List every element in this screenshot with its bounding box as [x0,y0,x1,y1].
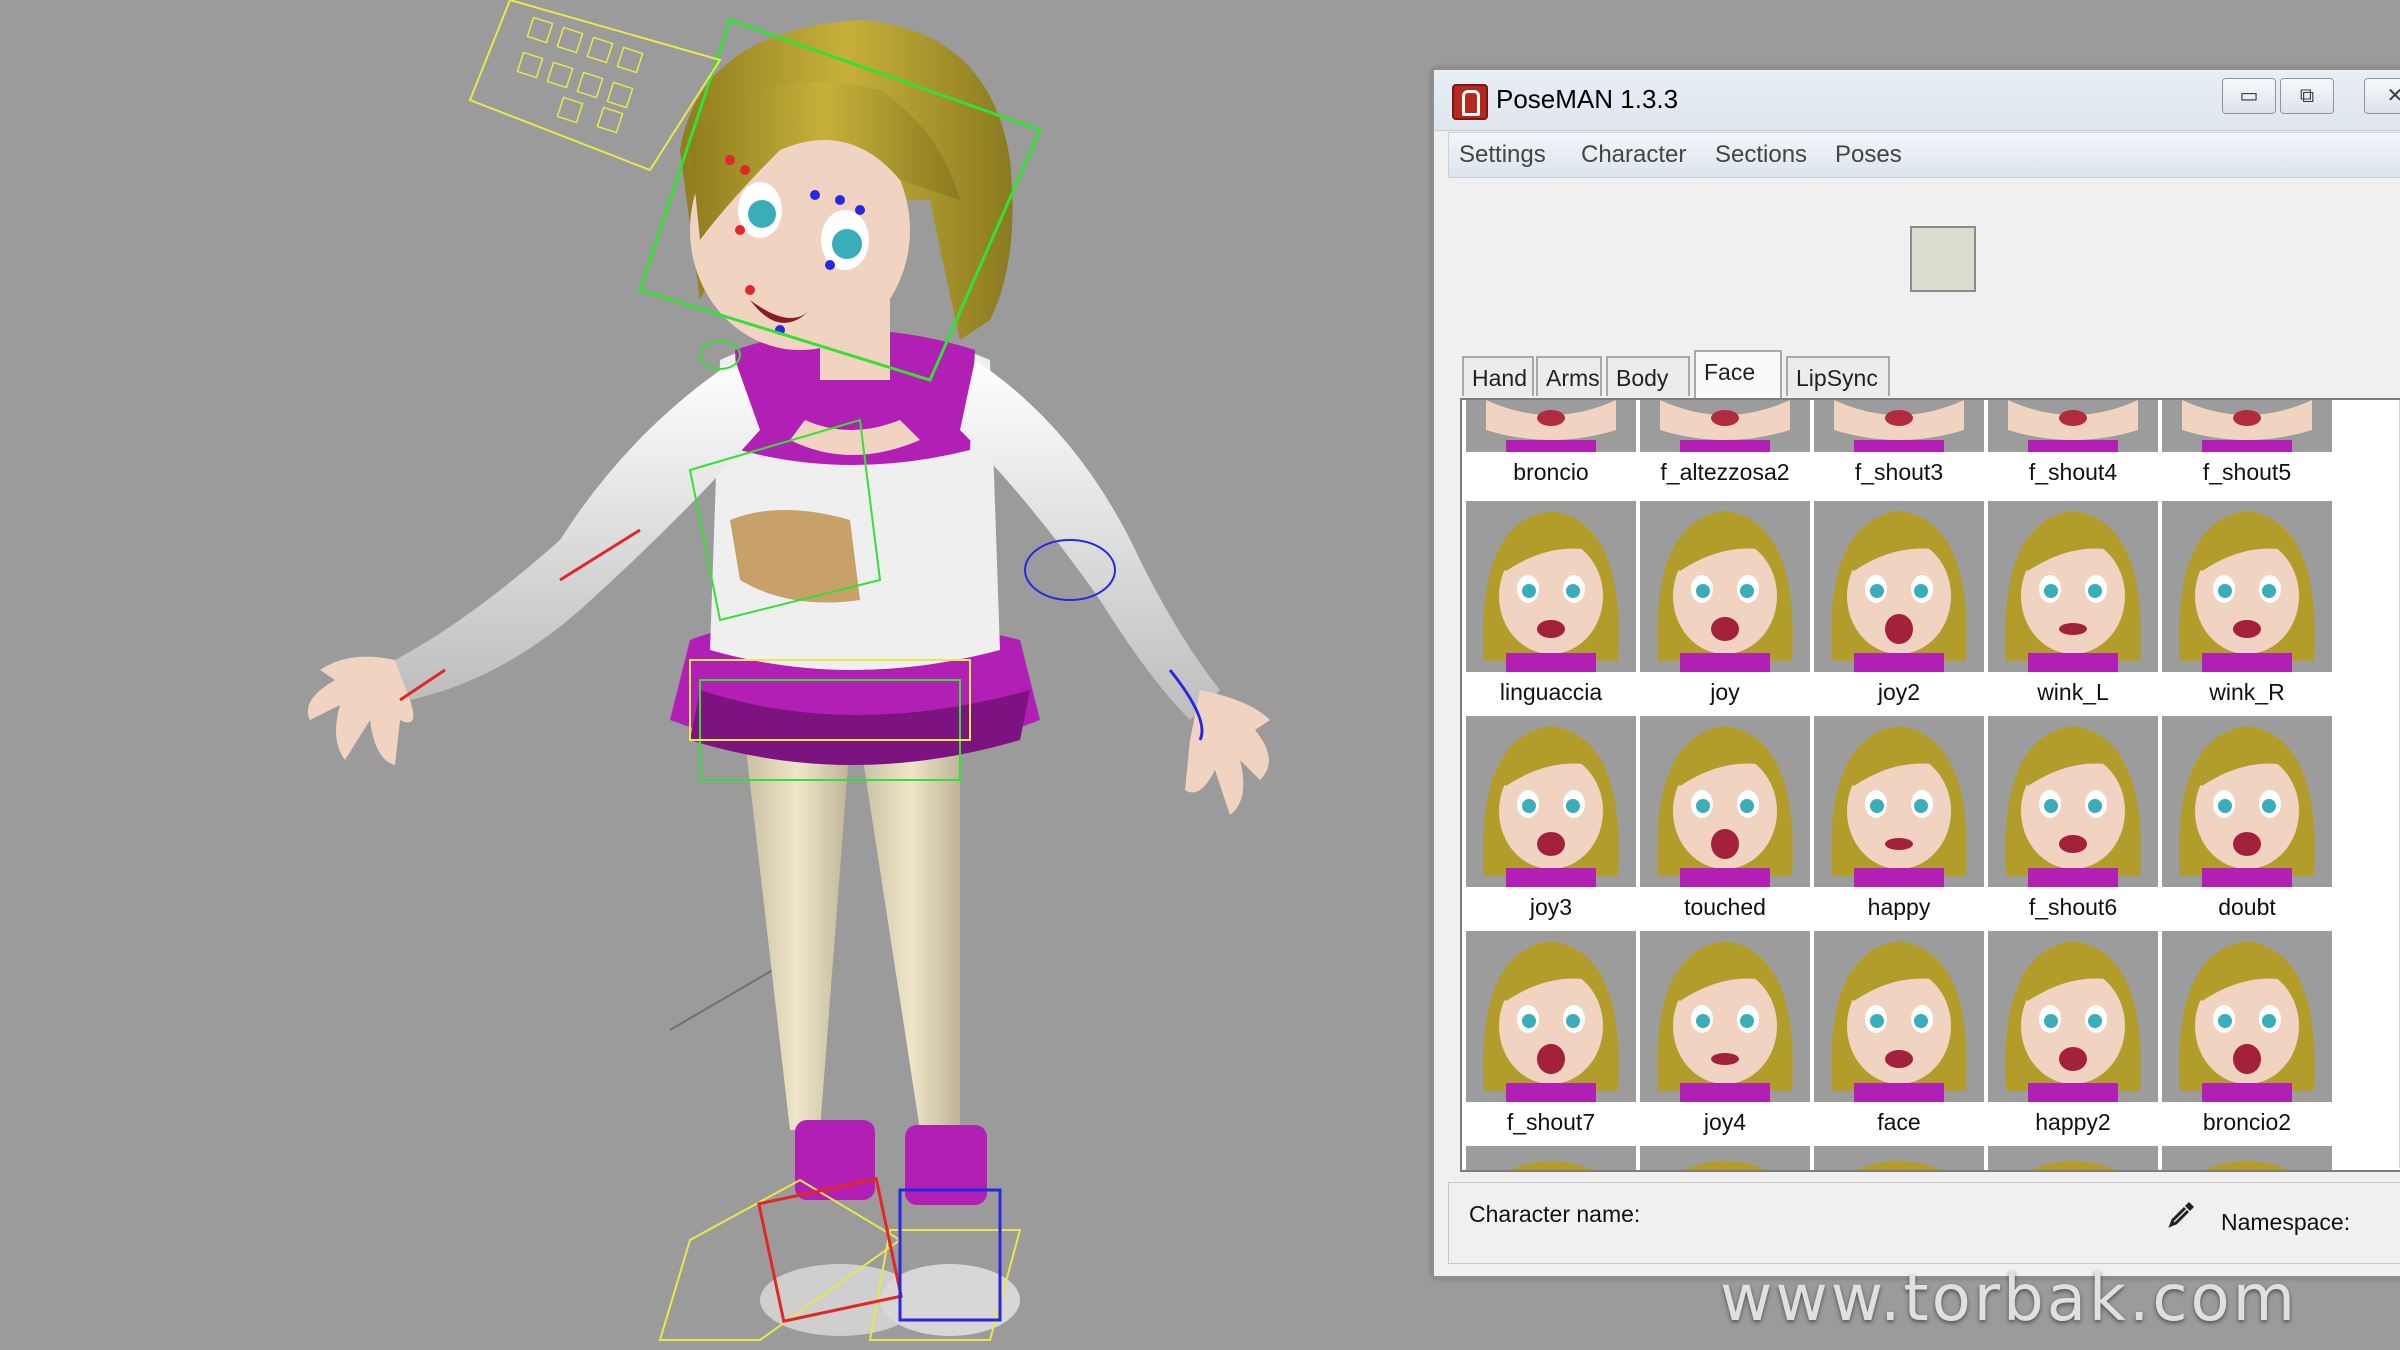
pose-label: linguaccia [1466,672,1636,712]
pose-face-image [1988,931,2158,1102]
pose-face-image [1466,716,1636,887]
pose-label: happy2 [1988,1102,2158,1142]
pose-label: joy4 [1640,1102,1810,1142]
pose-face-image [1466,931,1636,1102]
pose-face-image [2162,716,2332,887]
pose-face-image [2162,400,2332,452]
pose-face-image [1988,716,2158,887]
pose-face-image [1988,501,2158,672]
pose-label: joy2 [1814,672,1984,712]
pose-label: f_shout5 [2162,452,2332,492]
pose-face-image [1466,400,1636,452]
poseman-app-icon [1452,84,1488,120]
tab-lipsync[interactable]: LipSync [1786,356,1890,396]
pose-face-image [1640,400,1810,452]
tab-face[interactable]: Face [1694,350,1782,398]
menu-sections[interactable]: Sections [1715,141,1807,169]
pose-face-image [1814,716,1984,887]
pose-face-image [1640,716,1810,887]
watermark: www.torbak.com [1720,1262,2298,1336]
pose-face-image [1814,1146,1984,1170]
maximize-button[interactable]: ⧉ [2280,78,2334,114]
pose-label: f_shout3 [1814,452,1984,492]
pose-face-image [1814,400,1984,452]
minimize-button[interactable]: ▭ [2222,78,2276,114]
pose-label: touched [1640,887,1810,927]
pose-label: joy3 [1466,887,1636,927]
pose-face-image [1640,501,1810,672]
pose-face-image [2162,1146,2332,1170]
pose-label: broncio2 [2162,1102,2332,1142]
pose-face-image [1988,400,2158,452]
character-name-label: Character name: [1469,1201,1641,1227]
pose-label: happy [1814,887,1984,927]
pose-label: doubt [2162,887,2332,927]
title-bar[interactable]: PoseMAN 1.3.3 ▭ ⧉ ✕ [1434,70,2400,131]
footer-panel: Character name: Namespace: [1448,1182,2400,1264]
pose-label: f_shout4 [1988,452,2158,492]
pose-face-image [1466,1146,1636,1170]
pose-gallery[interactable]: broncio f_altezzosa2 f_shout3 f_shout4 f_sho… [1460,398,2400,1172]
pose-label: wink_L [1988,672,2158,712]
poseman-window[interactable]: PoseMAN 1.3.3 ▭ ⧉ ✕ Settings Character S… [1432,68,2400,1278]
pose-face-image [2162,931,2332,1102]
menu-poses[interactable]: Poses [1835,141,1902,169]
pose-face-image [1640,931,1810,1102]
tab-arms[interactable]: Arms [1536,356,1602,396]
pose-label: broncio [1466,452,1636,492]
menu-settings[interactable]: Settings [1459,141,1546,169]
pose-face-image [1814,931,1984,1102]
namespace-label: Namespace: [2221,1209,2351,1235]
tab-hand[interactable]: Hand [1462,356,1534,396]
window-title: PoseMAN 1.3.3 [1496,84,1679,114]
menu-bar: Settings Character Sections Poses [1448,132,2400,178]
close-button[interactable]: ✕ [2364,78,2400,114]
pose-label: face [1814,1102,1984,1142]
pose-face-image [1814,501,1984,672]
pose-label: f_shout6 [1988,887,2158,927]
tab-body[interactable]: Body [1606,356,1690,396]
pose-label: joy [1640,672,1810,712]
pose-label: f_shout7 [1466,1102,1636,1142]
pose-face-image [1466,501,1636,672]
menu-character[interactable]: Character [1581,141,1686,169]
pose-preview-swatch[interactable] [1910,226,1976,292]
pose-label: wink_R [2162,672,2332,712]
pose-face-image [2162,501,2332,672]
pose-label: f_altezzosa2 [1640,452,1810,492]
pose-face-image [1988,1146,2158,1170]
pose-face-image [1640,1146,1810,1170]
eyedropper-icon[interactable] [2167,1199,2197,1229]
